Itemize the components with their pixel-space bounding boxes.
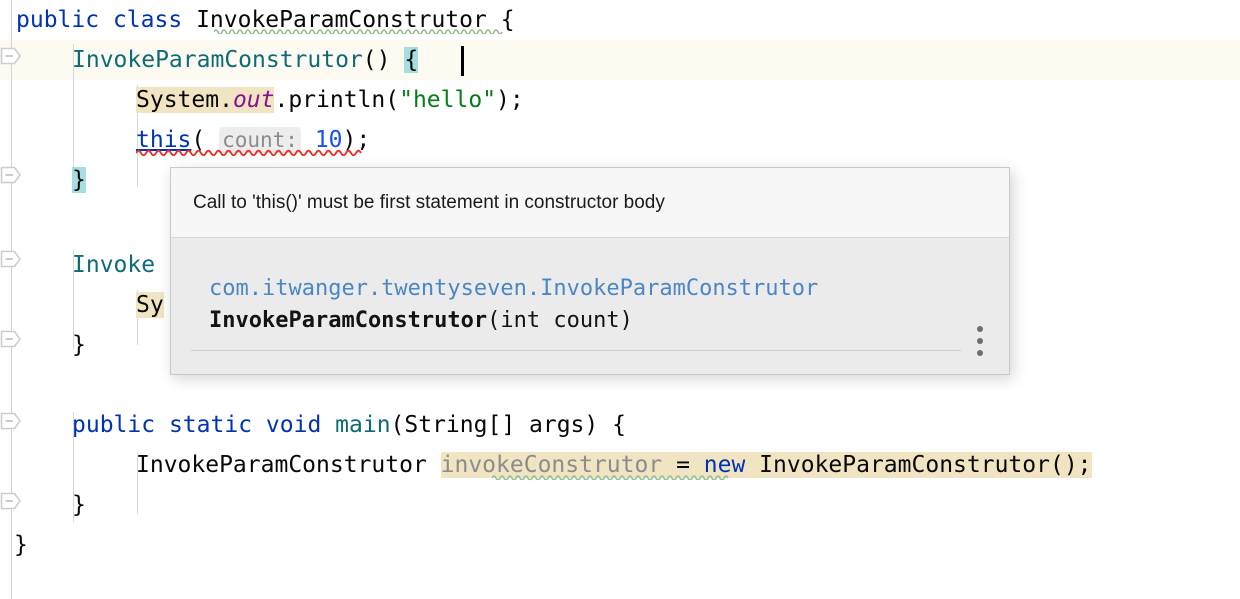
declared-type: InvokeParamConstrutor bbox=[136, 452, 441, 478]
popup-documentation-body[interactable]: com.itwanger.twentyseven.InvokeParamCons… bbox=[171, 238, 1009, 374]
keyword-class: class bbox=[113, 7, 182, 33]
fold-end-marker-2[interactable] bbox=[0, 330, 22, 348]
println-call: .println( bbox=[274, 87, 399, 113]
code-editor[interactable]: public class InvokeParamConstrutor { Inv… bbox=[0, 0, 1240, 599]
method-name-main: main bbox=[335, 412, 390, 438]
new-instance-tail: InvokeParamConstrutor(); bbox=[745, 452, 1091, 478]
text-caret bbox=[461, 46, 464, 76]
typo-underline-variable bbox=[492, 473, 730, 480]
close-brace-class: } bbox=[14, 532, 28, 558]
popup-error-header: Call to 'this()' must be first statement… bbox=[171, 168, 1009, 238]
code-line-2[interactable]: InvokeParamConstrutor() { bbox=[72, 40, 418, 80]
doc-signature: InvokeParamConstrutor(int count) bbox=[209, 308, 633, 333]
more-vertical-icon[interactable] bbox=[971, 326, 989, 360]
error-message-text: Call to 'this()' must be first statement… bbox=[193, 192, 665, 214]
close-brace-main: } bbox=[72, 492, 86, 518]
error-underline-line4 bbox=[136, 148, 364, 156]
code-line-5[interactable]: } bbox=[72, 160, 86, 200]
editor-gutter[interactable] bbox=[0, 0, 26, 599]
code-line-11[interactable]: public static void main(String[] args) { bbox=[72, 405, 626, 445]
fold-start-marker-2[interactable] bbox=[0, 250, 22, 268]
doc-separator bbox=[191, 350, 961, 351]
code-line-1[interactable]: public class InvokeParamConstrutor { bbox=[16, 0, 515, 40]
fold-end-marker-3[interactable] bbox=[0, 492, 22, 510]
doc-package-path[interactable]: com.itwanger.twentyseven.InvokeParamCons… bbox=[209, 276, 818, 301]
constructor-name-line7: Invoke bbox=[72, 252, 155, 278]
code-line-3[interactable]: System.out.println("hello"); bbox=[136, 80, 524, 120]
close-brace-line9: } bbox=[72, 332, 86, 358]
parens-line2: () bbox=[363, 47, 405, 73]
system-token: System. bbox=[136, 87, 233, 113]
string-literal-hello: "hello" bbox=[399, 87, 496, 113]
code-line-13[interactable]: } bbox=[72, 485, 86, 525]
keyword-void: void bbox=[266, 412, 321, 438]
code-line-8[interactable]: Sy bbox=[136, 285, 164, 325]
main-signature-tail: (String[] args) { bbox=[391, 412, 626, 438]
typo-underline-line1 bbox=[214, 27, 504, 34]
line3-tail: ); bbox=[496, 87, 524, 113]
fold-start-marker-3[interactable] bbox=[0, 412, 22, 430]
code-line-7[interactable]: Invoke bbox=[72, 245, 155, 285]
out-field-token: out bbox=[233, 87, 275, 113]
keyword-public-main: public bbox=[72, 412, 155, 438]
constructor-name-line2: InvokeParamConstrutor bbox=[72, 47, 363, 73]
keyword-public: public bbox=[16, 7, 99, 33]
keyword-static: static bbox=[169, 412, 252, 438]
system-token-line8: Sy bbox=[136, 292, 164, 318]
matched-close-brace: } bbox=[72, 167, 86, 193]
code-line-9[interactable]: } bbox=[72, 325, 86, 365]
fold-end-marker-1[interactable] bbox=[0, 166, 22, 184]
code-line-14[interactable]: } bbox=[14, 525, 28, 565]
inspection-tooltip-popup[interactable]: Call to 'this()' must be first statement… bbox=[170, 167, 1010, 375]
doc-signature-params: (int count) bbox=[487, 308, 633, 333]
fold-start-marker-1[interactable] bbox=[0, 47, 22, 65]
doc-signature-name: InvokeParamConstrutor bbox=[209, 308, 487, 333]
matched-open-brace: { bbox=[404, 47, 418, 73]
